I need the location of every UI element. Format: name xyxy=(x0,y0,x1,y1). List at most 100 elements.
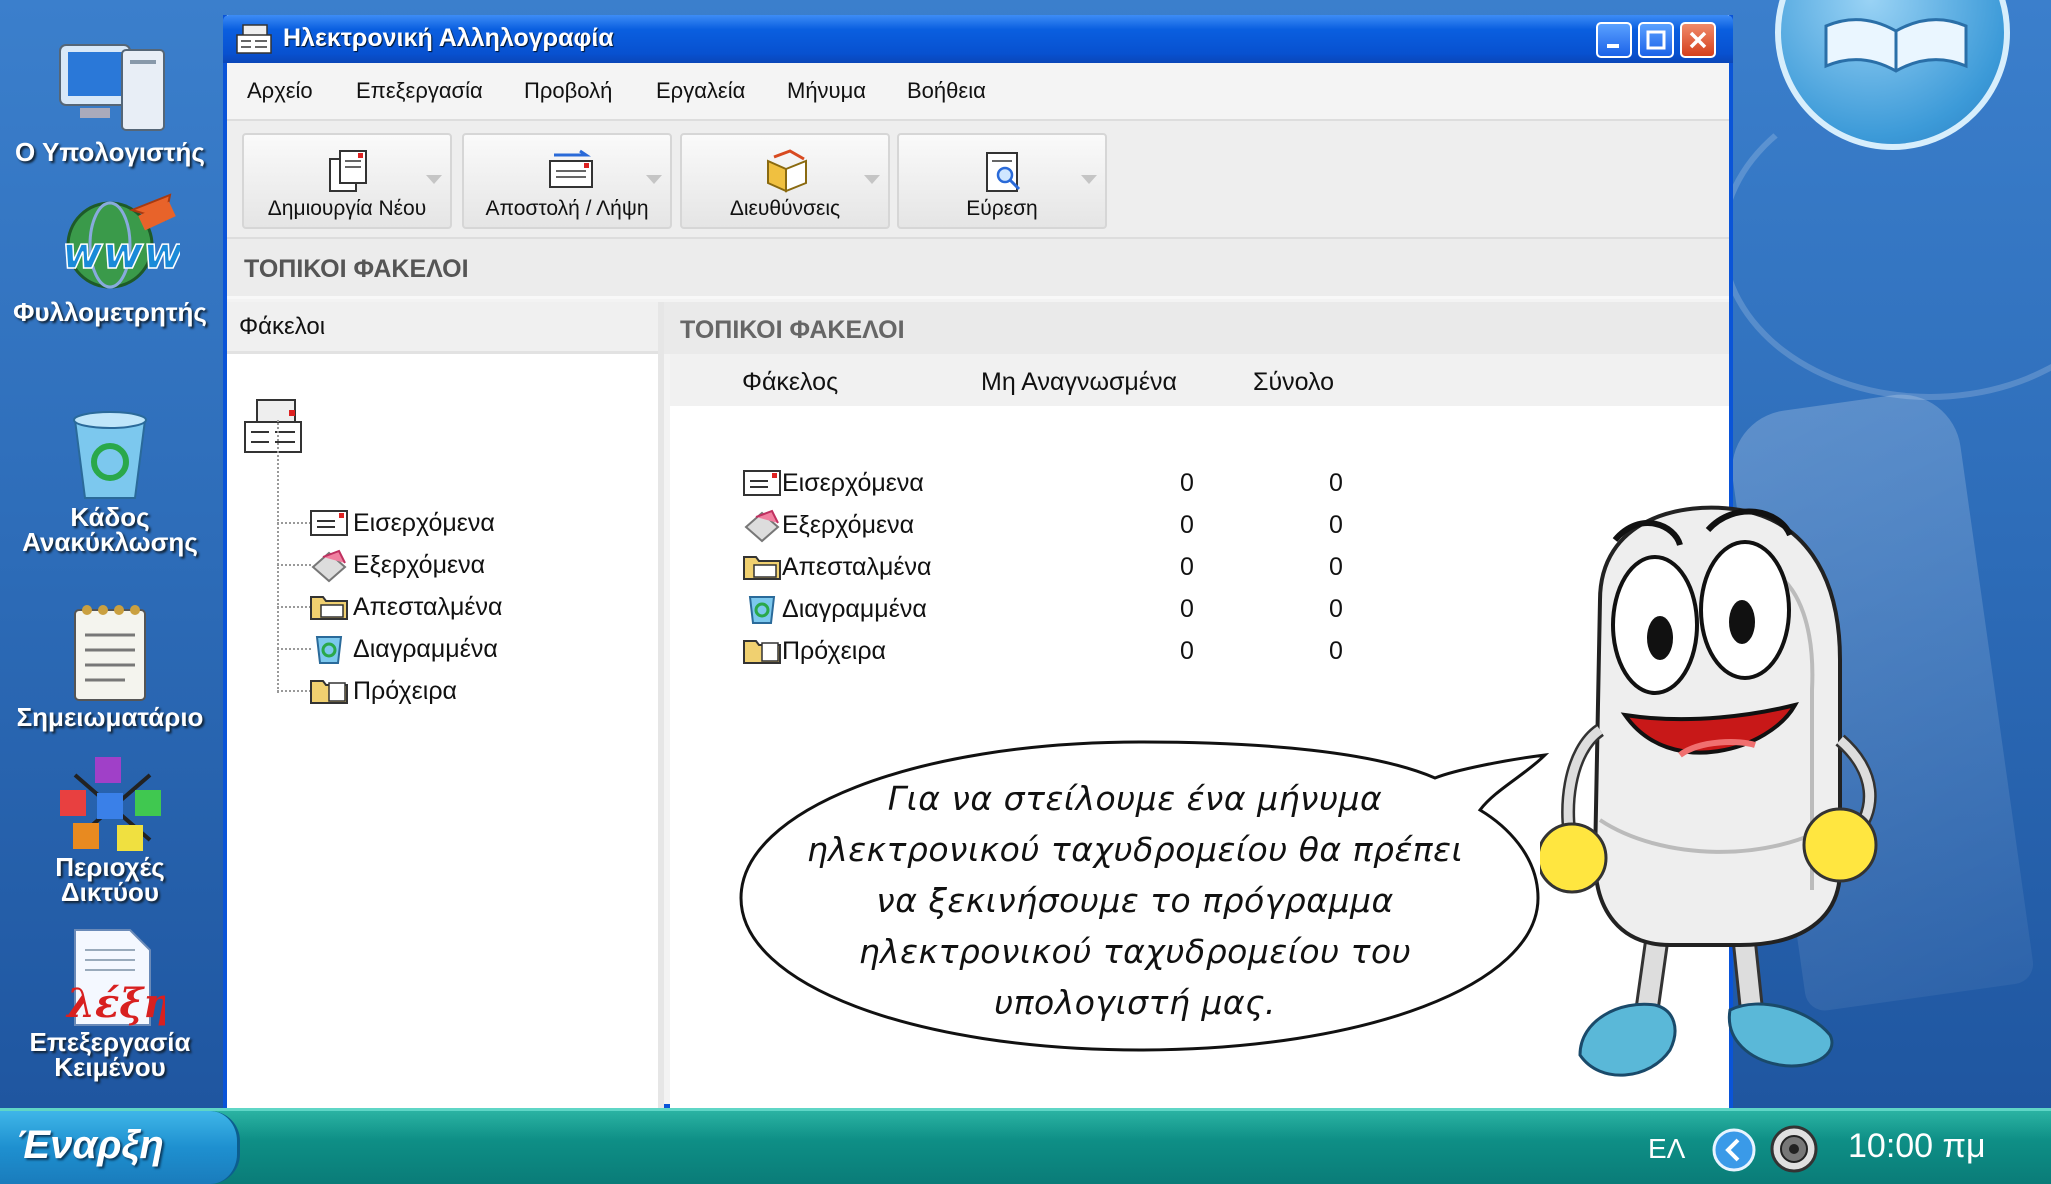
location-title: ΤΟΠΙΚΟΙ ΦΑΚΕΛΟΙ xyxy=(244,255,469,283)
speech-bubble-line: να ξεκινήσουμε το πρόγραμμα xyxy=(876,881,1394,920)
close-button[interactable] xyxy=(1680,22,1716,58)
new-mail-button[interactable]: Δημιουργία Νέου xyxy=(242,133,452,229)
speech-bubble-line: ηλεκτρονικού ταχυδρομείου θα πρέπει xyxy=(806,830,1464,869)
desktop-icon-notepad[interactable]: Σημειωματάριο xyxy=(0,600,220,730)
tree-item-label: Απεσταλμένα xyxy=(353,593,503,621)
start-button-label: Έναρξη xyxy=(16,1123,164,1167)
word-processor-icon: λέξη xyxy=(65,929,165,1027)
desktop-icon-my-computer[interactable]: Ο Υπολογιστής xyxy=(0,40,220,165)
toolbar: Δημιουργία Νέου Αποστολή / Λήψη Διευθύνσ… xyxy=(227,121,1729,239)
menu-help[interactable]: Βοήθεια xyxy=(907,78,986,104)
desktop-icon-label: Φυλλομετρητής xyxy=(13,297,207,327)
tree-item-label: Εισερχόμενα xyxy=(353,509,495,537)
deleted-items-icon xyxy=(748,596,776,624)
column-header-unread[interactable]: Μη Αναγνωσμένα xyxy=(981,368,1177,397)
dropdown-arrow-icon[interactable] xyxy=(1081,175,1097,184)
speech-bubble-line: ηλεκτρονικού ταχυδρομείου του xyxy=(858,932,1412,971)
recycle-bin-icon xyxy=(73,411,147,499)
column-header-folder[interactable]: Φάκελος xyxy=(742,368,838,397)
tree-item-label: Πρόχειρα xyxy=(353,677,458,705)
start-button[interactable]: Έναρξη xyxy=(0,1111,240,1184)
row-unread-count: 0 xyxy=(1180,511,1194,539)
send-receive-icon xyxy=(549,149,593,188)
row-folder-name: Απεσταλμένα xyxy=(782,553,932,581)
www-globe-icon: www xyxy=(61,193,180,289)
row-total-count: 0 xyxy=(1329,469,1343,497)
inbox-icon xyxy=(743,470,781,496)
network-places-icon xyxy=(60,757,161,851)
close-icon xyxy=(1689,31,1707,49)
toolbar-button-label: Εύρεση xyxy=(966,197,1038,220)
tree-connector xyxy=(277,522,311,524)
tree-connector xyxy=(277,606,311,608)
notepad-icon xyxy=(74,605,146,701)
desktop-icon-label: Ανακύκλωσης xyxy=(22,527,198,557)
tree-connector xyxy=(277,564,311,566)
desktop-icon-recycle-bin[interactable]: Κάδος Ανακύκλωσης xyxy=(0,410,220,555)
address-book-button[interactable]: Διευθύνσεις xyxy=(680,133,890,229)
location-bar: ΤΟΠΙΚΟΙ ΦΑΚΕΛΟΙ xyxy=(227,239,1729,299)
chevron-left-icon[interactable] xyxy=(1711,1127,1757,1173)
sent-folder-icon xyxy=(743,556,781,580)
row-total-count: 0 xyxy=(1329,511,1343,539)
tree-connector xyxy=(277,648,311,650)
maximize-button[interactable] xyxy=(1638,22,1674,58)
toolbar-button-label: Διευθύνσεις xyxy=(729,197,841,220)
desktop-icon-word-processor[interactable]: λέξη Επεξεργασία Κειμένου xyxy=(0,925,220,1080)
tree-item-label: Διαγραμμένα xyxy=(353,635,498,663)
tree-connector xyxy=(277,420,279,693)
row-unread-count: 0 xyxy=(1180,553,1194,581)
menu-message[interactable]: Μήνυμα xyxy=(787,78,866,104)
row-folder-name: Διαγραμμένα xyxy=(782,595,927,623)
desktop-icon-label: Δικτύου xyxy=(60,877,160,907)
speech-bubble-text: Για να στείλουμε ένα μήνυμα ηλεκτρονικού… xyxy=(785,773,1485,1028)
row-folder-name: Εισερχόμενα xyxy=(782,469,924,497)
inbox-icon xyxy=(310,510,348,536)
local-folders-root-icon[interactable] xyxy=(241,396,307,458)
send-receive-button[interactable]: Αποστολή / Λήψη xyxy=(462,133,672,229)
mouse-mascot-icon xyxy=(1540,505,1878,1077)
window-title: Ηλεκτρονική Αλληλογραφία xyxy=(283,24,614,52)
maximize-icon xyxy=(1646,30,1666,50)
menu-file[interactable]: Αρχείο xyxy=(247,78,313,104)
desktop-icon-network[interactable]: Περιοχές Δικτύου xyxy=(0,755,220,905)
minimize-button[interactable] xyxy=(1596,22,1632,58)
dropdown-arrow-icon[interactable] xyxy=(864,175,880,184)
menu-view[interactable]: Προβολή xyxy=(524,78,612,104)
desktop-icon-label: Ο Υπολογιστής xyxy=(15,137,205,167)
desktop-icon-label: Σημειωματάριο xyxy=(16,702,204,732)
title-bar[interactable]: Ηλεκτρονική Αλληλογραφία xyxy=(223,15,1733,63)
toolbar-button-label: Δημιουργία Νέου xyxy=(267,197,427,220)
find-icon xyxy=(986,152,1021,192)
deleted-items-icon xyxy=(315,636,343,664)
dropdown-arrow-icon[interactable] xyxy=(646,175,662,184)
row-folder-name: Πρόχειρα xyxy=(782,637,887,665)
menu-edit[interactable]: Επεξεργασία xyxy=(356,78,483,104)
row-total-count: 0 xyxy=(1329,637,1343,665)
find-button[interactable]: Εύρεση xyxy=(897,133,1107,229)
row-total-count: 0 xyxy=(1329,595,1343,623)
column-header-total[interactable]: Σύνολο xyxy=(1253,368,1334,397)
folder-pane-header: Φάκελοι xyxy=(227,302,658,354)
computer-icon xyxy=(59,44,165,131)
svg-text:www: www xyxy=(62,228,180,279)
sent-folder-icon xyxy=(310,596,348,620)
outbox-icon xyxy=(744,509,780,543)
row-unread-count: 0 xyxy=(1180,637,1194,665)
minimize-icon xyxy=(1607,44,1619,48)
language-indicator[interactable]: ΕΛ xyxy=(1648,1133,1685,1165)
speaker-icon[interactable] xyxy=(1766,1123,1822,1175)
menu-bar: Αρχείο Επεξεργασία Προβολή Εργαλεία Μήνυ… xyxy=(227,63,1729,121)
clock[interactable]: 10:00 πμ xyxy=(1848,1127,1986,1166)
row-total-count: 0 xyxy=(1329,553,1343,581)
row-unread-count: 0 xyxy=(1180,469,1194,497)
desktop-icon-browser[interactable]: www Φυλλομετρητής xyxy=(0,190,220,325)
word-icon-text: λέξη xyxy=(65,980,165,1027)
tree-connector xyxy=(277,690,311,692)
folder-pane-title: Φάκελοι xyxy=(239,313,326,340)
taskbar: Έναρξη ΕΛ 10:00 πμ xyxy=(0,1108,2051,1184)
menu-tools[interactable]: Εργαλεία xyxy=(656,78,745,104)
dropdown-arrow-icon[interactable] xyxy=(426,175,442,184)
row-unread-count: 0 xyxy=(1180,595,1194,623)
speech-bubble-line: υπολογιστή μας. xyxy=(994,983,1276,1022)
